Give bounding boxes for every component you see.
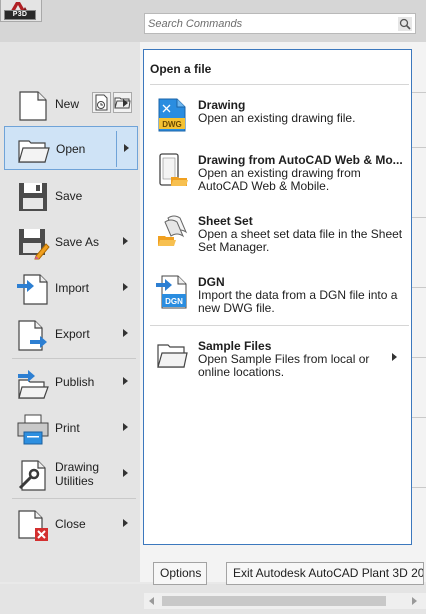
options-button[interactable]: Options — [153, 562, 207, 585]
grid-line — [412, 417, 426, 418]
folder-icon — [157, 344, 188, 368]
grid-line — [412, 487, 426, 488]
close-file-icon — [18, 510, 48, 541]
scrollbar-thumb[interactable] — [162, 596, 386, 606]
open-folder-icon — [18, 140, 50, 163]
menu-item-close[interactable]: Close — [4, 502, 138, 546]
chevron-right-icon — [123, 329, 128, 337]
chevron-right-icon[interactable] — [124, 144, 129, 152]
publish-icon — [18, 370, 49, 399]
grid-line — [412, 147, 426, 148]
chevron-right-icon — [123, 283, 128, 291]
submenu-item-title: Drawing — [198, 98, 246, 112]
grid-line — [412, 217, 426, 218]
application-menu: New Open Save Save As Import Export Publ… — [0, 42, 140, 582]
search-box[interactable] — [144, 13, 416, 34]
scroll-left-icon[interactable] — [149, 597, 154, 605]
menu-item-publish[interactable]: Publish — [4, 360, 138, 404]
submenu-item-description: Open a sheet set data file in the Sheet … — [198, 227, 403, 254]
menu-item-save-as[interactable]: Save As — [4, 220, 138, 264]
menu-item-label: Open — [56, 142, 86, 156]
submenu-item-drawing-from-web-mobile[interactable]: Drawing from AutoCAD Web & Mo... Open an… — [152, 153, 410, 193]
application-menu-button[interactable]: P3D — [0, 0, 42, 22]
submenu-item-description: Open an existing drawing from AutoCAD We… — [198, 166, 361, 193]
save-disk-icon — [19, 183, 47, 211]
menu-item-label: Save — [55, 189, 83, 203]
menu-item-save[interactable]: Save — [4, 174, 138, 218]
import-icon — [17, 274, 48, 305]
dwg-file-icon: DWG — [158, 98, 186, 132]
chevron-right-icon — [123, 237, 128, 245]
menu-item-label: Print — [55, 421, 80, 435]
save-as-icon — [19, 229, 50, 260]
svg-text:DWG: DWG — [162, 120, 182, 129]
printer-icon — [17, 414, 49, 445]
menu-item-open[interactable]: Open — [4, 126, 138, 170]
search-input[interactable] — [145, 14, 395, 33]
menu-item-label: Publish — [55, 375, 95, 389]
submenu-title: Open a file — [150, 62, 212, 76]
submenu-item-sheet-set[interactable]: Sheet Set Open a sheet set data file in … — [152, 214, 410, 254]
grid-line — [412, 357, 426, 358]
submenu-separator — [150, 84, 409, 85]
submenu-item-title: Drawing from AutoCAD Web & Mo... — [198, 153, 403, 167]
horizontal-scrollbar[interactable] — [144, 593, 426, 609]
menu-item-label: Export — [55, 327, 90, 341]
submenu-item-title: Sheet Set — [198, 214, 253, 228]
drawing-utilities-icon — [18, 460, 46, 491]
menu-item-label: Save As — [55, 235, 100, 249]
new-file-icon — [19, 91, 47, 121]
submenu-item-dgn[interactable]: DGN DGN Import the data from a DGN file … — [152, 275, 410, 315]
search-icon[interactable] — [398, 17, 412, 31]
menu-separator — [12, 498, 136, 499]
menu-item-drawing-utilities[interactable]: Drawing Utilities — [4, 452, 138, 496]
submenu-item-sample-files[interactable]: Sample Files Open Sample Files from loca… — [152, 339, 410, 379]
sheet-set-icon — [158, 215, 188, 246]
menu-item-label: Close — [55, 517, 86, 531]
menu-item-new[interactable]: New — [4, 82, 138, 126]
chevron-right-icon — [123, 423, 128, 431]
chevron-right-icon[interactable] — [392, 353, 397, 361]
submenu-separator — [150, 325, 409, 326]
submenu-item-title: DGN — [198, 275, 225, 289]
submenu-item-description: Import the data from a DGN file into a n… — [198, 288, 398, 315]
menu-item-export[interactable]: Export — [4, 312, 138, 356]
chevron-right-icon — [123, 469, 128, 477]
svg-text:DGN: DGN — [165, 297, 183, 306]
menu-item-import[interactable]: Import — [4, 266, 138, 310]
submenu-item-title: Sample Files — [198, 339, 272, 353]
chevron-right-icon — [123, 519, 128, 527]
app-badge: P3D — [4, 10, 36, 20]
submenu-item-description: Open Sample Files from local or online l… — [198, 352, 370, 379]
scroll-right-icon[interactable] — [412, 597, 417, 605]
mobile-device-icon — [159, 153, 188, 186]
submenu-item-description: Open an existing drawing file. — [198, 111, 356, 125]
open-submenu: Open a file DWG Drawing Open an existing… — [143, 49, 412, 545]
dgn-file-icon: DGN — [156, 275, 187, 309]
top-bar: P3D — [0, 0, 426, 42]
grid-line — [412, 92, 426, 93]
bottom-button-row: Options Exit Autodesk AutoCAD Plant 3D 2… — [140, 556, 426, 585]
split-divider — [116, 131, 117, 167]
menu-item-print[interactable]: Print — [4, 406, 138, 450]
grid-line — [412, 287, 426, 288]
export-icon — [18, 320, 47, 351]
menu-separator — [12, 358, 136, 359]
menu-item-label: New — [55, 97, 80, 111]
chevron-right-icon — [123, 377, 128, 385]
exit-button[interactable]: Exit Autodesk AutoCAD Plant 3D 2020 — [226, 562, 424, 585]
menu-item-label: Drawing Utilities — [55, 460, 100, 488]
chevron-right-icon — [123, 99, 128, 107]
menu-item-label: Import — [55, 281, 90, 295]
submenu-item-drawing[interactable]: DWG Drawing Open an existing drawing fil… — [152, 98, 410, 134]
